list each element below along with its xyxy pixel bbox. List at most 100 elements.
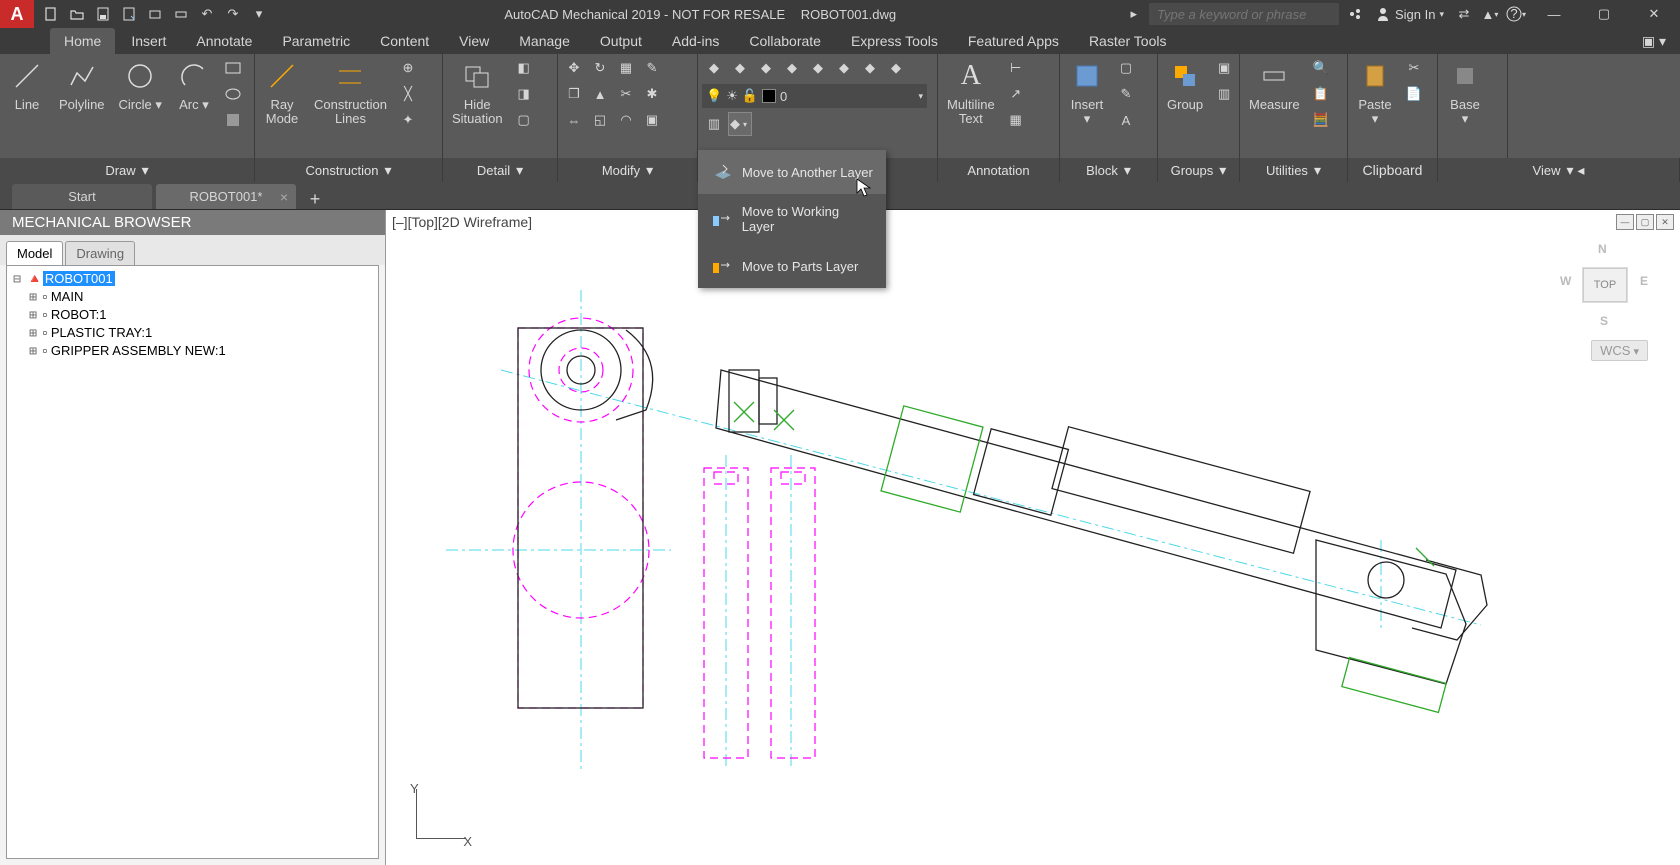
ptitle-view[interactable]: View ▾ ◂	[1438, 158, 1680, 182]
menu-move-parts-layer[interactable]: Move to Parts Layer	[698, 244, 886, 288]
viewcube-e[interactable]: E	[1640, 274, 1648, 288]
mirror-icon[interactable]: ▲	[588, 82, 612, 106]
group-button[interactable]: Group	[1162, 56, 1208, 134]
close-tab-icon[interactable]: ×	[280, 189, 288, 205]
vp-minimize-icon[interactable]: —	[1616, 214, 1634, 230]
ribbon-tab-addins[interactable]: Add-ins	[658, 28, 733, 54]
ribbon-tab-home[interactable]: Home	[50, 28, 115, 54]
modify-x-icon[interactable]: ▣	[640, 108, 664, 132]
array-icon[interactable]: ▦	[614, 56, 638, 80]
hatch-icon[interactable]	[221, 108, 245, 132]
layer7-icon[interactable]: ◆	[858, 56, 882, 80]
ptitle-modify[interactable]: Modify ▾	[558, 158, 698, 182]
block-create-icon[interactable]: ▢	[1114, 56, 1138, 80]
ribbon-tab-collaborate[interactable]: Collaborate	[735, 28, 835, 54]
ribbon-tab-manage[interactable]: Manage	[505, 28, 584, 54]
print-icon[interactable]	[170, 4, 192, 24]
arc-button[interactable]: Arc ▾	[171, 56, 217, 134]
ribbon-tab-annotate[interactable]: Annotate	[182, 28, 266, 54]
menu-move-working-layer[interactable]: Move to Working Layer	[698, 194, 886, 244]
ptitle-utilities[interactable]: Utilities ▾	[1240, 158, 1348, 182]
ray-mode-button[interactable]: Ray Mode	[259, 56, 305, 134]
wcs-badge[interactable]: WCS ▾	[1591, 340, 1648, 361]
layer-combobox[interactable]: 💡 ☀ 🔓 0 ▾	[702, 84, 927, 108]
close-button[interactable]: ✕	[1632, 0, 1676, 28]
construction-lines-button[interactable]: Construction Lines	[309, 56, 392, 134]
line-button[interactable]: Line	[4, 56, 50, 134]
paste-button[interactable]: Paste▾	[1352, 56, 1398, 134]
detail1-icon[interactable]: ◧	[512, 56, 536, 80]
help-icon[interactable]: ?▾	[1506, 4, 1526, 24]
viewcube-top[interactable]: TOP	[1583, 268, 1627, 302]
viewcube-s[interactable]: S	[1600, 314, 1608, 328]
app-logo[interactable]: A	[0, 0, 34, 28]
explode-icon[interactable]: ✱	[640, 82, 664, 106]
redo-icon[interactable]: ↷	[222, 4, 244, 24]
ribbon-tab-expresstools[interactable]: Express Tools	[837, 28, 952, 54]
block-edit-icon[interactable]: ✎	[1114, 82, 1138, 106]
xline2-icon[interactable]: ✦	[396, 108, 420, 132]
ribbon-tab-parametric[interactable]: Parametric	[268, 28, 364, 54]
leader-icon[interactable]: ↗	[1004, 82, 1028, 106]
tree-item-plastictray[interactable]: ⊞ ▫ PLASTIC TRAY:1	[11, 324, 374, 342]
detail2-icon[interactable]: ◨	[512, 82, 536, 106]
dim-icon[interactable]: ⊢	[1004, 56, 1028, 80]
groupedit-icon[interactable]: ▥	[1212, 82, 1236, 106]
view-cube[interactable]: N W TOP E S	[1560, 240, 1650, 330]
ptitle-block[interactable]: Block ▾	[1060, 158, 1158, 182]
save-icon[interactable]	[92, 4, 114, 24]
ribbon-tab-view[interactable]: View	[445, 28, 503, 54]
rectangle-icon[interactable]	[221, 56, 245, 80]
layer8-icon[interactable]: ◆	[884, 56, 908, 80]
ribbon-tab-featuredapps[interactable]: Featured Apps	[954, 28, 1073, 54]
ungroup-icon[interactable]: ▣	[1212, 56, 1236, 80]
a360-icon[interactable]	[1345, 4, 1365, 24]
multiline-text-button[interactable]: AMultiline Text	[942, 56, 1000, 134]
ribbon-tab-rastertools[interactable]: Raster Tools	[1075, 28, 1181, 54]
new-icon[interactable]	[40, 4, 62, 24]
tree-item-robot1[interactable]: ⊞ ▫ ROBOT:1	[11, 306, 374, 324]
viewcube-n[interactable]: N	[1598, 242, 1607, 256]
erase-icon[interactable]: ✎	[640, 56, 664, 80]
open-icon[interactable]	[66, 4, 88, 24]
ptitle-clipboard[interactable]: Clipboard	[1348, 158, 1438, 182]
scale-icon[interactable]: ◱	[588, 108, 612, 132]
tree-item-main[interactable]: ⊞ ▫ MAIN	[11, 288, 374, 306]
insert-button[interactable]: Insert▾	[1064, 56, 1110, 134]
ribbon-tab-content[interactable]: Content	[366, 28, 443, 54]
measure-button[interactable]: Measure	[1244, 56, 1305, 134]
drawing-canvas[interactable]: [–][Top][2D Wireframe] — ▢ ✕ N W TOP E S…	[386, 210, 1680, 865]
rotate-icon[interactable]: ↻	[588, 56, 612, 80]
xline-icon[interactable]: ╳	[396, 82, 420, 106]
layerprop-icon[interactable]: ▥	[702, 112, 726, 136]
hide-situation-button[interactable]: Hide Situation	[447, 56, 508, 134]
table-icon[interactable]: ▦	[1004, 108, 1028, 132]
copy-icon[interactable]: ❐	[562, 82, 586, 106]
undo-icon[interactable]: ↶	[196, 4, 218, 24]
centerline-icon[interactable]: ⊕	[396, 56, 420, 80]
ribbon-tab-extra-icon[interactable]: ▣ ▾	[1628, 28, 1680, 54]
util1-icon[interactable]: 🔍	[1309, 56, 1333, 80]
ptitle-draw[interactable]: Draw ▾	[0, 158, 255, 182]
ribbon-tab-output[interactable]: Output	[586, 28, 656, 54]
cut-icon[interactable]: ✂	[1402, 56, 1426, 80]
file-tab-start[interactable]: Start	[12, 184, 152, 209]
file-tab-robot001[interactable]: ROBOT001*×	[156, 184, 296, 209]
layer1-icon[interactable]: ◆	[702, 56, 726, 80]
layer4-icon[interactable]: ◆	[780, 56, 804, 80]
layer3-icon[interactable]: ◆	[754, 56, 778, 80]
block-attr-icon[interactable]: A	[1114, 108, 1138, 132]
model-tree[interactable]: ⊟ 🔺ROBOT001 ⊞ ▫ MAIN ⊞ ▫ ROBOT:1 ⊞ ▫ PLA…	[6, 265, 379, 859]
layer5-icon[interactable]: ◆	[806, 56, 830, 80]
base-button[interactable]: Base▾	[1442, 56, 1488, 134]
circle-button[interactable]: Circle ▾	[114, 56, 167, 134]
tree-root[interactable]: ⊟ 🔺ROBOT001	[11, 270, 374, 288]
exchange-icon[interactable]: ⇄	[1454, 4, 1474, 24]
stretch-icon[interactable]: ⇔	[562, 108, 586, 132]
trim-icon[interactable]: ✂	[614, 82, 638, 106]
layer6-icon[interactable]: ◆	[832, 56, 856, 80]
detail3-icon[interactable]: ▢	[512, 108, 536, 132]
title-chevron-icon[interactable]: ▸	[1124, 6, 1143, 22]
maximize-button[interactable]: ▢	[1582, 0, 1626, 28]
ptitle-detail[interactable]: Detail ▾	[443, 158, 558, 182]
